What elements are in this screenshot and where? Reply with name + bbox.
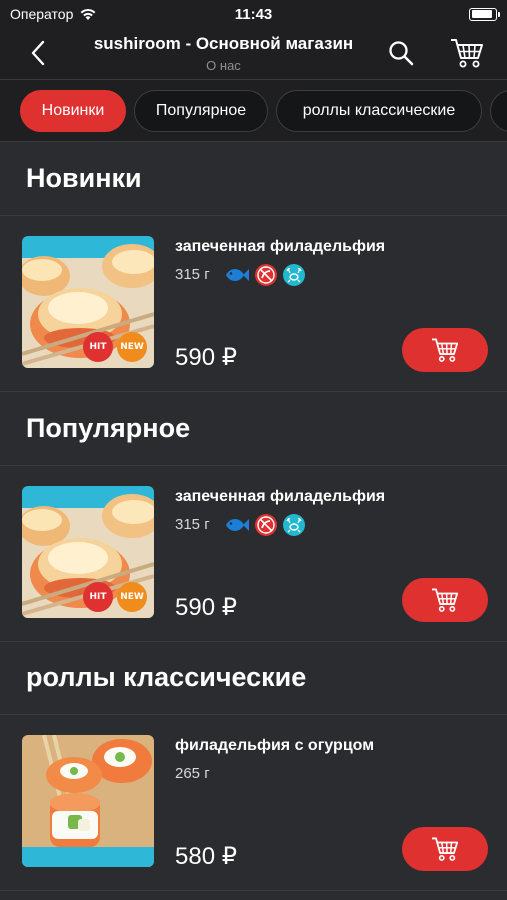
- section-title: роллы классические: [26, 662, 307, 692]
- product-image[interactable]: HIT NEW: [22, 486, 154, 618]
- product-name[interactable]: запеченная филадельфия: [175, 238, 385, 256]
- status-left: Оператор: [10, 6, 97, 22]
- add-to-cart-button[interactable]: [402, 578, 488, 622]
- divider: [0, 215, 507, 216]
- fish-icon: [226, 519, 249, 531]
- add-to-cart-button[interactable]: [402, 328, 488, 372]
- crab-icon: [283, 514, 305, 536]
- divider: [0, 890, 507, 891]
- product-price: 590 ₽: [175, 594, 237, 621]
- nav-bar: sushiroom - Основной магазин О нас: [0, 28, 507, 80]
- page-subtitle[interactable]: О нас: [70, 58, 377, 73]
- wifi-icon: [80, 8, 96, 20]
- product-image[interactable]: HIT NEW: [22, 236, 154, 368]
- cart-icon: [432, 588, 459, 612]
- search-icon: [389, 41, 414, 66]
- no-spicy-icon: [255, 264, 277, 286]
- philadelphia-roll-image: [22, 735, 154, 867]
- product-weight: 315 г: [175, 516, 210, 533]
- new-badge: NEW: [117, 332, 147, 362]
- carrier-label: Оператор: [10, 6, 74, 22]
- cart-icon: [432, 338, 459, 362]
- crab-icon: [283, 264, 305, 286]
- product-name[interactable]: филадельфия с огурцом: [175, 737, 374, 755]
- nav-title-group: sushiroom - Основной магазин О нас: [70, 34, 377, 73]
- divider: [0, 641, 507, 642]
- product-weight: 265 г: [175, 765, 210, 782]
- category-tabs: Новинки Популярное роллы классические: [0, 80, 507, 142]
- status-bar: Оператор 11:43: [0, 0, 507, 28]
- product-price: 590 ₽: [175, 344, 237, 371]
- divider: [0, 465, 507, 466]
- cart-icon: [451, 39, 483, 68]
- product-name[interactable]: запеченная филадельфия: [175, 488, 385, 506]
- section-title: Популярное: [26, 413, 191, 443]
- cart-button[interactable]: [450, 37, 484, 69]
- divider: [0, 714, 507, 715]
- product-image[interactable]: [22, 735, 154, 867]
- tab-next[interactable]: [490, 90, 507, 132]
- hit-badge: HIT: [83, 582, 113, 612]
- tab-rolly-klassicheskie[interactable]: роллы классические: [276, 90, 482, 132]
- divider: [0, 391, 507, 392]
- hit-badge: HIT: [83, 332, 113, 362]
- chevron-left-icon: [31, 40, 45, 66]
- product-weight: 315 г: [175, 266, 210, 283]
- cart-icon: [432, 837, 459, 861]
- product-attribute-icons: [224, 513, 306, 537]
- product-price: 580 ₽: [175, 843, 237, 870]
- add-to-cart-button[interactable]: [402, 827, 488, 871]
- tab-populyarnoe[interactable]: Популярное: [134, 90, 268, 132]
- search-button[interactable]: [386, 38, 416, 68]
- page-title: sushiroom - Основной магазин: [93, 34, 354, 53]
- no-spicy-icon: [255, 514, 277, 536]
- tab-label: Новинки: [41, 102, 105, 119]
- tab-label: Популярное: [155, 102, 247, 119]
- back-button[interactable]: [24, 38, 54, 68]
- fish-icon: [226, 269, 249, 281]
- section-title: Новинки: [26, 163, 142, 193]
- tab-novinki[interactable]: Новинки: [20, 90, 126, 132]
- product-attribute-icons: [224, 263, 306, 287]
- battery-icon: [469, 7, 500, 21]
- battery-level: [471, 10, 493, 18]
- tab-label: роллы классические: [302, 102, 456, 119]
- new-badge: NEW: [117, 582, 147, 612]
